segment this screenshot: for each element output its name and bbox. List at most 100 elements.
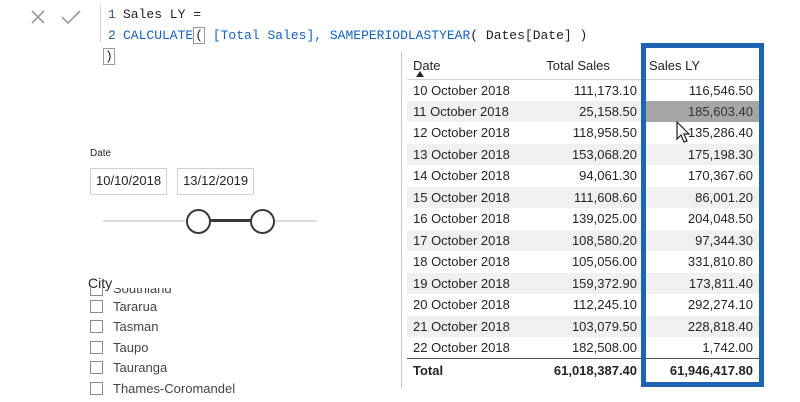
cell-date[interactable]: 20 October 2018 bbox=[407, 294, 540, 316]
city-label: Tasman bbox=[113, 319, 159, 335]
commit-check-icon[interactable] bbox=[60, 9, 82, 25]
city-item[interactable]: Southland bbox=[90, 288, 235, 296]
cell-sales-ly[interactable]: 97,344.30 bbox=[643, 229, 759, 251]
table-row[interactable]: 16 October 2018 139,025.00 204,048.50 bbox=[407, 208, 759, 230]
cell-date[interactable]: 17 October 2018 bbox=[407, 229, 541, 251]
table-left-border bbox=[401, 52, 402, 388]
city-checkbox[interactable] bbox=[90, 340, 103, 354]
city-checkbox[interactable] bbox=[90, 381, 103, 395]
cell-sales-ly[interactable]: 228,818.40 bbox=[643, 315, 759, 337]
city-label: Thames-Coromandel bbox=[113, 380, 236, 396]
sales-table: Date Total Sales Sales LY 10 October 201… bbox=[407, 52, 767, 387]
cell-date[interactable]: 21 October 2018 bbox=[407, 315, 541, 337]
cell-total-sales[interactable]: 25,158.50 bbox=[540, 100, 644, 122]
city-item[interactable]: Tauranga bbox=[90, 358, 235, 379]
formula-bar-divider bbox=[100, 4, 101, 42]
city-checkbox[interactable] bbox=[90, 320, 103, 334]
cell-sales-ly[interactable]: 185,603.40 bbox=[643, 100, 759, 122]
city-item[interactable]: Thames-Coromandel bbox=[90, 378, 235, 399]
slider-start-handle[interactable] bbox=[186, 209, 211, 234]
city-label: Taupo bbox=[113, 339, 149, 355]
sales-ly-sum: 61,946,417.80 bbox=[643, 358, 759, 383]
city-label: Tararua bbox=[113, 298, 158, 314]
city-checkbox[interactable] bbox=[90, 288, 103, 296]
cell-total-sales[interactable]: 153,068.20 bbox=[540, 143, 644, 165]
date-range-inputs: 10/10/2018 13/12/2019 bbox=[90, 168, 330, 195]
dax-formula-editor[interactable]: 1 Sales LY = 2 CALCULATE( [Total Sales], S… bbox=[103, 4, 603, 65]
table-row[interactable]: 20 October 2018 112,245.10 292,274.10 bbox=[407, 294, 759, 316]
cell-total-sales[interactable]: 159,372.90 bbox=[540, 272, 644, 294]
total-label: Total bbox=[407, 358, 541, 383]
table-row[interactable]: 15 October 2018 111,608.60 86,001.20 bbox=[407, 186, 759, 208]
cell-date[interactable]: 14 October 2018 bbox=[407, 165, 540, 187]
city-checkbox[interactable] bbox=[90, 299, 103, 313]
cell-total-sales[interactable]: 94,061.30 bbox=[540, 165, 643, 187]
cell-date[interactable]: 15 October 2018 bbox=[407, 186, 541, 208]
cell-date[interactable]: 13 October 2018 bbox=[407, 143, 541, 165]
formula-line-1: 1 Sales LY = bbox=[103, 4, 603, 25]
date-slicer-title: Date bbox=[90, 148, 112, 159]
column-header-sales-ly[interactable]: Sales LY bbox=[643, 52, 759, 80]
cell-sales-ly[interactable]: 173,811.40 bbox=[643, 272, 759, 294]
cell-sales-ly[interactable]: 116,546.50 bbox=[643, 79, 759, 101]
cell-date[interactable]: 18 October 2018 bbox=[407, 251, 540, 273]
cell-total-sales[interactable]: 112,245.10 bbox=[540, 294, 643, 316]
table-row[interactable]: 17 October 2018 108,580.20 97,344.30 bbox=[407, 229, 759, 251]
cell-total-sales[interactable]: 182,508.00 bbox=[540, 337, 643, 359]
date-range-slider[interactable] bbox=[90, 209, 325, 234]
sort-ascending-icon bbox=[416, 70, 424, 77]
cell-total-sales[interactable]: 108,580.20 bbox=[540, 229, 644, 251]
end-date-input[interactable]: 13/12/2019 bbox=[177, 168, 255, 195]
city-label: Southland bbox=[113, 288, 172, 296]
city-item[interactable]: Tasman bbox=[90, 317, 235, 338]
line-number: 2 bbox=[108, 28, 116, 43]
start-date-input[interactable]: 10/10/2018 bbox=[90, 168, 168, 195]
table-row[interactable]: 21 October 2018 103,079.50 228,818.40 bbox=[407, 315, 759, 337]
table-header-row: Date Total Sales Sales LY bbox=[407, 52, 759, 80]
cell-sales-ly[interactable]: 135,286.40 bbox=[643, 122, 759, 144]
city-list: Southland Tararua Tasman Taupo Tauranga Thame… bbox=[90, 288, 235, 399]
cancel-icon[interactable] bbox=[30, 9, 46, 25]
cell-total-sales[interactable]: 118,958.50 bbox=[540, 122, 643, 144]
city-label: Tauranga bbox=[113, 360, 168, 376]
cell-date[interactable]: 10 October 2018 bbox=[407, 79, 540, 101]
cell-date[interactable]: 22 October 2018 bbox=[407, 337, 540, 359]
cell-total-sales[interactable]: 139,025.00 bbox=[540, 208, 643, 230]
slider-end-handle[interactable] bbox=[250, 209, 275, 234]
table-row[interactable]: 12 October 2018 118,958.50 135,286.40 bbox=[407, 122, 759, 144]
city-item[interactable]: Tararua bbox=[90, 296, 235, 317]
cell-sales-ly[interactable]: 292,274.10 bbox=[643, 294, 759, 316]
measure-definition: Sales LY = bbox=[123, 7, 202, 22]
cell-sales-ly[interactable]: 204,048.50 bbox=[643, 208, 759, 230]
cell-date[interactable]: 11 October 2018 bbox=[407, 100, 541, 122]
city-item[interactable]: Taupo bbox=[90, 337, 235, 358]
table-row[interactable]: 14 October 2018 94,061.30 170,367.60 bbox=[407, 165, 759, 187]
column-header-total-sales[interactable]: Total Sales bbox=[540, 52, 644, 80]
formula-bar-actions bbox=[0, 0, 100, 34]
cell-total-sales[interactable]: 105,056.00 bbox=[540, 251, 643, 273]
cell-sales-ly[interactable]: 170,367.60 bbox=[643, 165, 759, 187]
total-sales-sum: 61,018,387.40 bbox=[540, 358, 644, 383]
cell-sales-ly[interactable]: 86,001.20 bbox=[643, 186, 759, 208]
cell-date[interactable]: 12 October 2018 bbox=[407, 122, 540, 144]
table-row[interactable]: 13 October 2018 153,068.20 175,198.30 bbox=[407, 143, 759, 165]
cell-date[interactable]: 16 October 2018 bbox=[407, 208, 540, 230]
table-row[interactable]: 10 October 2018 111,173.10 116,546.50 bbox=[407, 79, 759, 101]
table-row[interactable]: 22 October 2018 182,508.00 1,742.00 bbox=[407, 337, 759, 359]
city-checkbox[interactable] bbox=[90, 361, 103, 375]
function-calculate: CALCULATE bbox=[123, 28, 194, 43]
table-row[interactable]: 11 October 2018 25,158.50 185,603.40 bbox=[407, 100, 759, 122]
cell-total-sales[interactable]: 111,608.60 bbox=[540, 186, 644, 208]
open-paren: ( bbox=[193, 27, 206, 44]
table-row[interactable]: 19 October 2018 159,372.90 173,811.40 bbox=[407, 272, 759, 294]
cell-date[interactable]: 19 October 2018 bbox=[407, 272, 541, 294]
table-row[interactable]: 18 October 2018 105,056.00 331,810.80 bbox=[407, 251, 759, 273]
column-header-date[interactable]: Date bbox=[407, 52, 541, 80]
cell-sales-ly[interactable]: 331,810.80 bbox=[643, 251, 759, 273]
cell-sales-ly[interactable]: 1,742.00 bbox=[643, 337, 759, 359]
close-paren: ) bbox=[103, 48, 115, 65]
cell-total-sales[interactable]: 111,173.10 bbox=[540, 79, 643, 101]
cell-sales-ly[interactable]: 175,198.30 bbox=[643, 143, 759, 165]
cell-total-sales[interactable]: 103,079.50 bbox=[540, 315, 644, 337]
column-header-label: Total Sales bbox=[546, 57, 610, 73]
